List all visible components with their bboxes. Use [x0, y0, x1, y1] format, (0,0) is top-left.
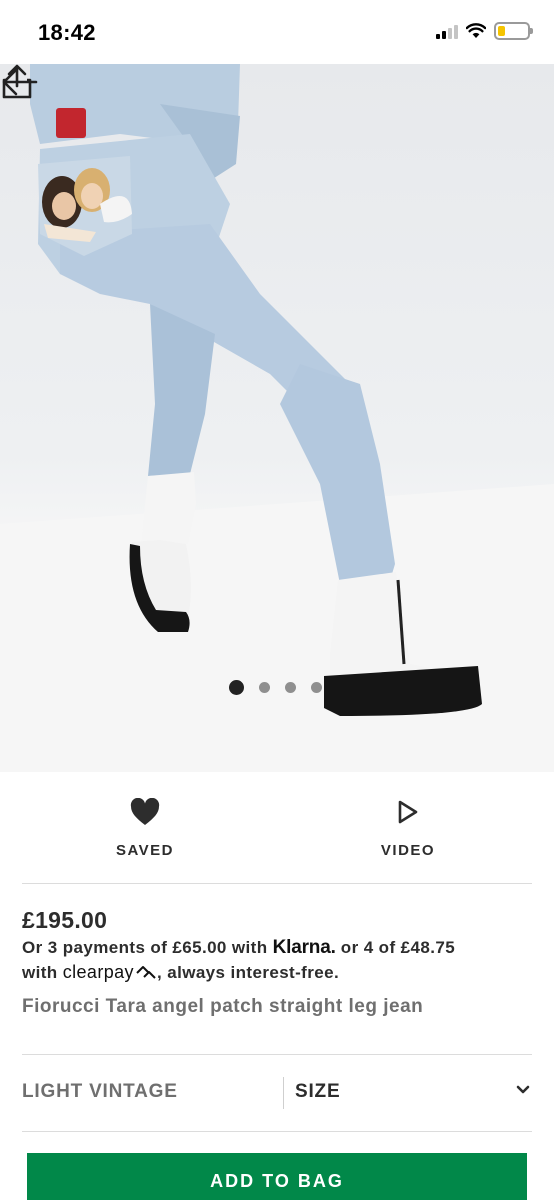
cellular-signal-icon — [436, 23, 458, 39]
status-time: 18:42 — [38, 20, 96, 45]
size-select[interactable]: SIZE — [284, 1069, 538, 1117]
divider — [22, 1131, 532, 1132]
product-image[interactable] — [0, 64, 554, 772]
product-price: £195.00 — [22, 907, 108, 933]
video-label: VIDEO — [380, 842, 436, 859]
play-outline-icon — [398, 800, 418, 824]
add-to-bag-button[interactable]: ADD TO BAG — [27, 1153, 527, 1200]
carousel-dots[interactable] — [229, 680, 322, 695]
chevron-down-icon — [516, 1085, 530, 1094]
payment-options-text: Or 3 payments of £65.00 with Klarna. or … — [22, 936, 542, 985]
product-name: Fiorucci Tara angel patch straight leg j… — [22, 996, 424, 1017]
carousel-dot[interactable] — [311, 682, 322, 693]
carousel-dot[interactable] — [259, 682, 270, 693]
clearpay-logo[interactable]: clearpay — [63, 962, 134, 982]
payments-text: with — [22, 963, 63, 982]
saved-button[interactable]: SAVED — [75, 796, 215, 859]
divider — [22, 883, 532, 884]
video-button[interactable]: VIDEO — [338, 796, 478, 859]
klarna-logo[interactable]: Klarna. — [273, 937, 336, 958]
size-select-label: SIZE — [295, 1081, 341, 1102]
status-bar: 18:42 — [0, 0, 554, 64]
wifi-icon — [466, 23, 486, 38]
payments-text: Or 3 payments of £65.00 with — [22, 938, 273, 957]
carousel-dot[interactable] — [285, 682, 296, 693]
payments-text: or 4 of £48.75 — [335, 938, 456, 957]
saved-label: SAVED — [115, 842, 175, 859]
payments-text: , always interest-free. — [156, 963, 340, 982]
share-icon[interactable] — [0, 64, 34, 100]
clearpay-arrows-icon — [136, 966, 156, 979]
heart-filled-icon — [130, 798, 160, 825]
status-icons — [436, 22, 533, 40]
battery-icon — [494, 22, 533, 40]
product-actions: SAVED VIDEO — [0, 772, 554, 884]
product-options: LIGHT VINTAGE SIZE — [0, 1055, 554, 1131]
product-photo — [0, 64, 554, 772]
carousel-dot-active[interactable] — [229, 680, 244, 695]
colour-label: LIGHT VINTAGE — [22, 1081, 178, 1102]
